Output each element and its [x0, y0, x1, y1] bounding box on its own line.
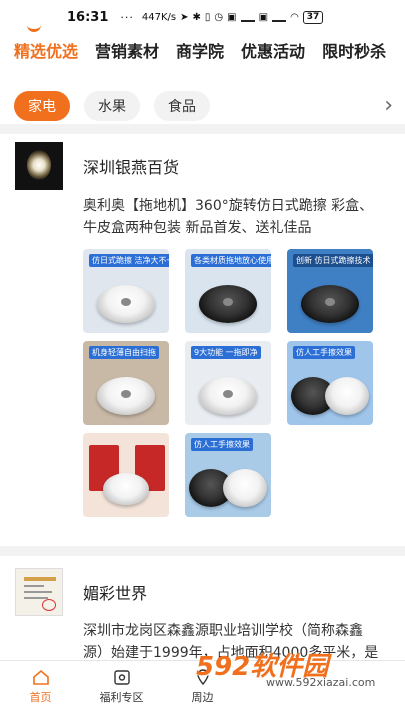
store-name: 深圳银燕百货 [83, 158, 180, 177]
mop-image [97, 377, 155, 415]
wifi-icon: ◠ [290, 11, 299, 23]
product-thumb[interactable]: 创新 仿日式跪擦技术 [287, 249, 373, 333]
status-bar: 16:31 ··· 447K/s ➤ ✱ ▯ ◷ ▣ ▣ ◠ 37 [0, 0, 405, 34]
status-time: 16:31 [67, 9, 109, 25]
product-thumb[interactable]: 仿人工手擦效果 [185, 433, 271, 517]
product-thumb[interactable]: 9大功能 一拖即净 [185, 341, 271, 425]
mop-image [199, 377, 257, 415]
chip-jiadian[interactable]: 家电 [14, 91, 70, 121]
category-chips: 家电 水果 食品 › [0, 89, 405, 123]
tab-shangxueyuan[interactable]: 商学院 [176, 38, 224, 62]
network-speed: 447K/s [141, 11, 177, 23]
chip-shuiguo[interactable]: 水果 [84, 91, 140, 121]
chip-shipin[interactable]: 食品 [154, 91, 210, 121]
tab-youhui[interactable]: 优惠活动 [241, 38, 305, 62]
alarm-icon: ◷ [214, 11, 224, 23]
store-avatar [15, 142, 63, 190]
vibrate-icon: ▯ [204, 11, 211, 23]
nav-home[interactable]: 首页 [0, 661, 81, 720]
watermark-url: www.592xiazai.com [266, 676, 376, 689]
tab-jingxuan[interactable]: 精选优选 [14, 38, 78, 62]
product-thumb[interactable]: 仿日式跪擦 洁净大不一样 [83, 249, 169, 333]
store-avatar [15, 568, 63, 616]
gift-icon [113, 670, 130, 685]
top-tabs: 精选优选 营销素材 商学院 优惠活动 限时秒杀 [0, 38, 405, 78]
mop-image [301, 285, 359, 323]
bluetooth-icon: ✱ [192, 11, 201, 23]
status-icons: 447K/s ➤ ✱ ▯ ◷ ▣ ▣ ◠ 37 [141, 10, 324, 24]
watermark: 592软件园 www.592xiazai.com [196, 638, 405, 690]
home-icon [32, 669, 49, 685]
tab-yingxiao[interactable]: 营销素材 [95, 38, 159, 62]
mop-image [199, 285, 257, 323]
hd2-icon: ▣ [258, 11, 269, 23]
tab-miaosha[interactable]: 限时秒杀 [322, 38, 386, 62]
nav-welfare[interactable]: 福利专区 [81, 661, 162, 720]
mop-image [223, 469, 267, 507]
chevron-right-icon[interactable]: › [384, 93, 393, 118]
section-divider [0, 124, 405, 134]
store-name: 媚彩世界 [83, 584, 148, 603]
product-thumb[interactable]: 各类材质拖地放心使用 [185, 249, 271, 333]
store-header[interactable]: 深圳银燕百货 [15, 142, 179, 190]
product-thumb[interactable]: 仿人工手擦效果 [287, 341, 373, 425]
location-icon: ➤ [180, 11, 189, 23]
section-divider [0, 546, 405, 556]
signal-icon [240, 12, 255, 22]
battery-icon: 37 [302, 10, 324, 24]
mop-image [97, 285, 155, 323]
mop-image [325, 377, 369, 415]
mop-image [103, 473, 149, 505]
signal2-icon [272, 12, 287, 22]
product-thumb[interactable]: 机身轻薄自由扫拖 [83, 341, 169, 425]
store-description: 奥利奥【拖地机】360°旋转仿日式跪擦 彩盒、牛皮盒两种包装 新品首发、送礼佳品 [83, 198, 374, 236]
hd-icon: ▣ [227, 11, 237, 23]
product-thumb[interactable] [83, 433, 169, 517]
status-dots: ··· [120, 10, 134, 24]
store-header[interactable]: 媚彩世界 [15, 568, 147, 616]
